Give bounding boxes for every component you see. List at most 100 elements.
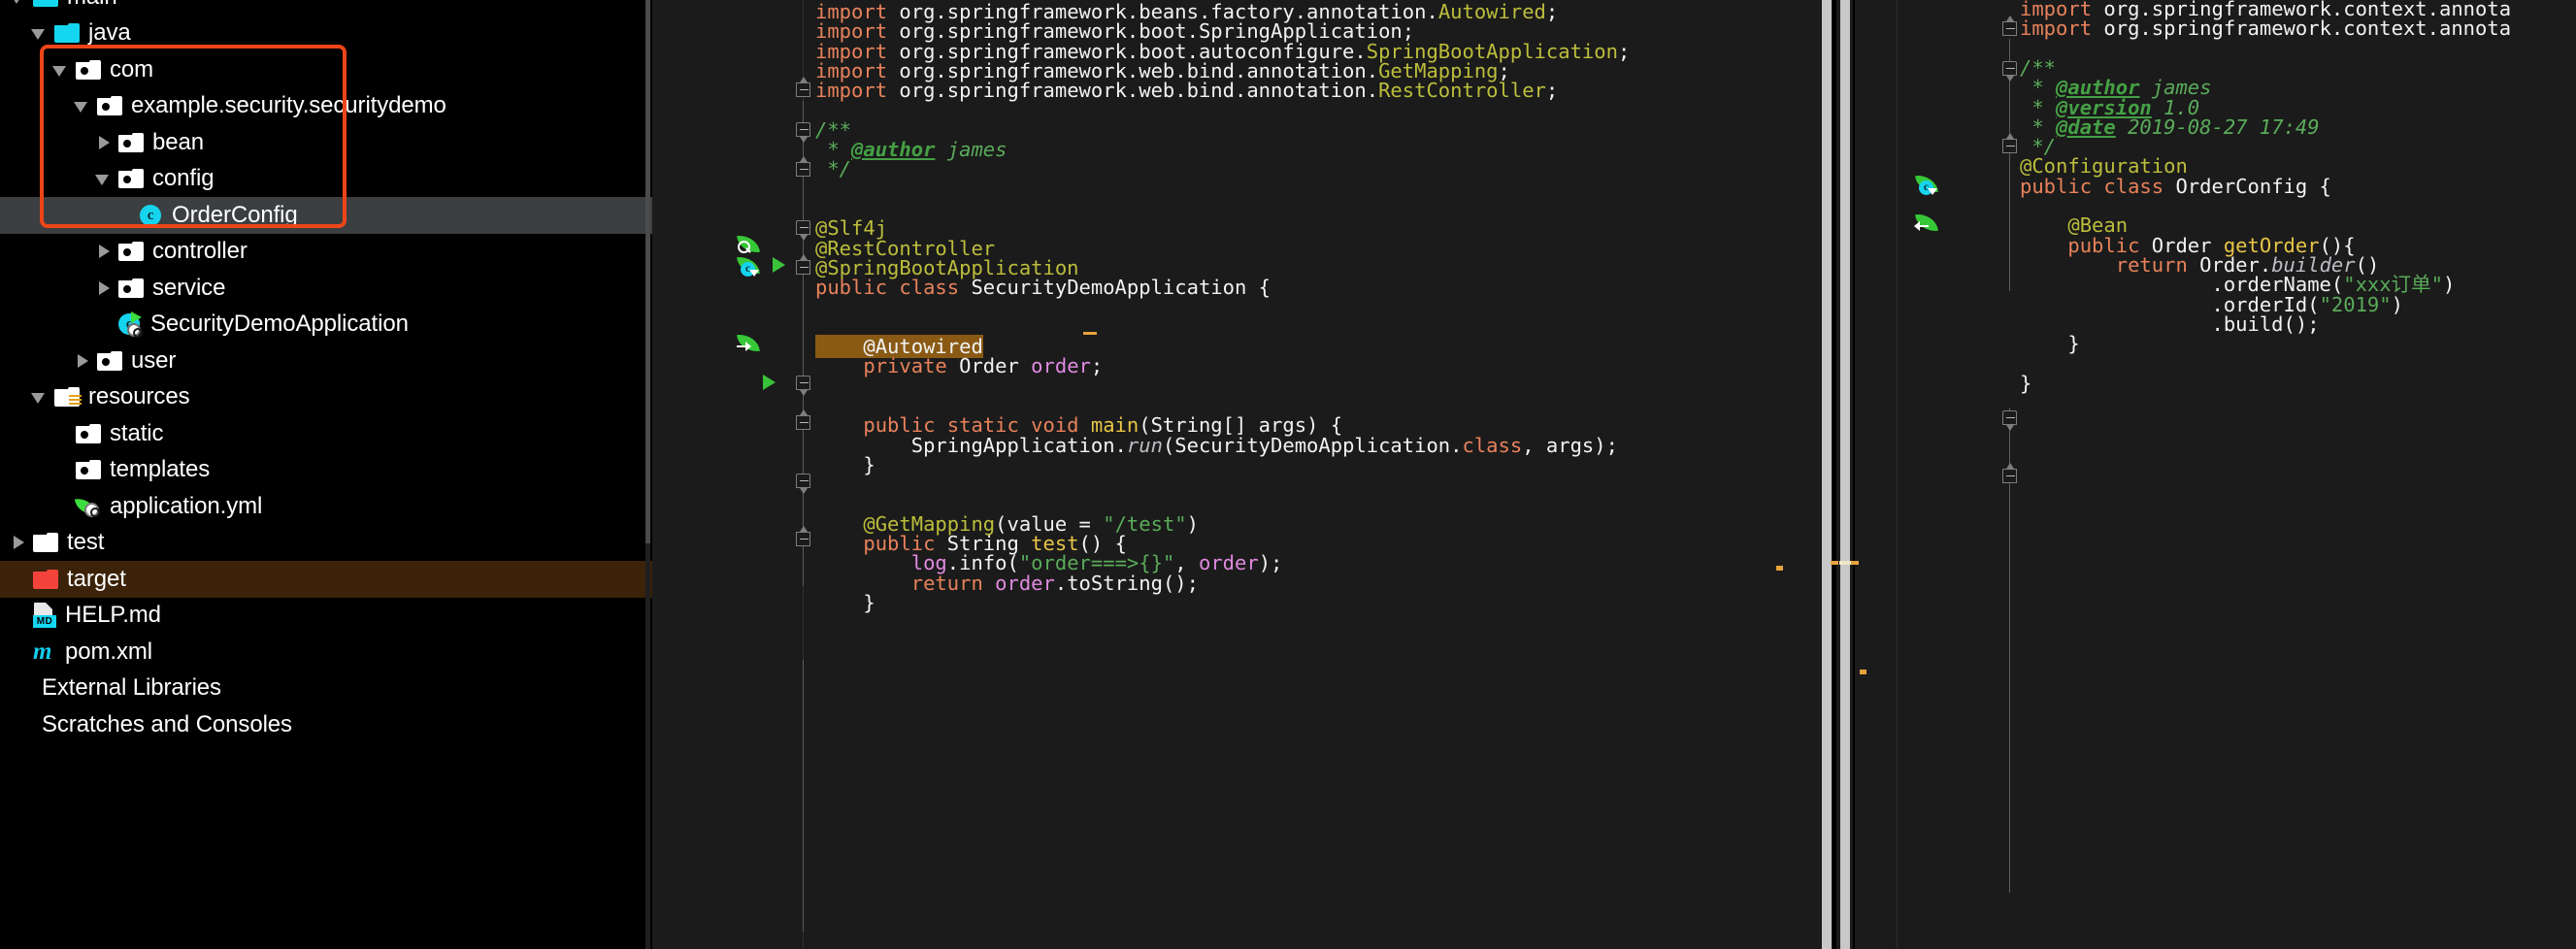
project-tree-scrollbar[interactable] xyxy=(645,0,650,949)
tree-row-label: java xyxy=(88,19,131,47)
tree-row[interactable]: c OrderConfig xyxy=(0,197,652,234)
fold-marker-class-open[interactable] xyxy=(796,220,810,241)
chevron-right-icon[interactable] xyxy=(72,350,93,372)
package-folder-icon xyxy=(118,278,144,298)
tree-row-label: controller xyxy=(152,238,248,265)
tree-row[interactable]: main xyxy=(0,0,652,16)
chevron-down-icon[interactable] xyxy=(29,22,50,44)
scrollbar-marker-warning-left xyxy=(1831,561,1838,565)
tree-row[interactable]: External Libraries xyxy=(0,671,652,707)
fold-marker-main-close[interactable] xyxy=(796,409,810,430)
tree-row[interactable]: Scratches and Consoles xyxy=(0,706,652,743)
tree-row[interactable]: service xyxy=(0,270,652,307)
tree-row-label: target xyxy=(67,565,126,592)
bean-search-gutter-icon[interactable] xyxy=(737,233,761,255)
fold-marker-side-javadoc-open[interactable] xyxy=(2002,61,2017,82)
code-token: { xyxy=(2307,174,2331,198)
gutter-warning-mark-side xyxy=(1860,670,1866,674)
code-line: import org.springframework.web.bind.anno… xyxy=(815,61,1510,82)
tree-row[interactable]: application.yml xyxy=(0,488,652,525)
project-tool-window[interactable]: main java com example.security.securitydemo… xyxy=(0,0,652,949)
code-token: public class xyxy=(2020,174,2176,198)
tree-row[interactable]: m pom.xml xyxy=(0,634,652,671)
code-line: /** xyxy=(815,120,851,141)
editor-gutter-main[interactable] xyxy=(652,0,714,949)
tree-row[interactable]: target xyxy=(0,561,652,598)
chevron-right-icon[interactable] xyxy=(93,241,115,262)
tree-row[interactable]: user xyxy=(0,343,652,379)
tree-row[interactable]: c SecurityDemoApplication xyxy=(0,307,652,344)
tree-row-label: static xyxy=(110,419,164,446)
code-line: import org.springframework.boot.autoconf… xyxy=(815,41,1630,61)
code-token: public class xyxy=(815,276,972,300)
code-token: ; xyxy=(1090,354,1104,378)
tree-row[interactable]: com xyxy=(0,51,652,88)
code-line: @GetMapping(value = "/test") xyxy=(815,511,1199,536)
chevron-down-icon[interactable] xyxy=(29,386,50,408)
fold-marker-javadoc-close[interactable] xyxy=(796,156,810,177)
code-line: @SpringBootApplication xyxy=(815,258,1079,278)
run-class-gutter-icon[interactable] xyxy=(773,257,785,273)
tree-row[interactable]: example.security.securitydemo xyxy=(0,88,652,125)
fold-marker-getorder-close[interactable] xyxy=(2002,463,2017,483)
code-token: ; xyxy=(1545,0,1559,23)
tree-row[interactable]: controller xyxy=(0,234,652,271)
tree-row[interactable]: templates xyxy=(0,452,652,489)
tree-row[interactable]: MD HELP.md xyxy=(0,598,652,635)
chevron-down-icon[interactable] xyxy=(50,59,72,81)
source-folder-icon xyxy=(54,23,80,44)
tree-row[interactable]: config xyxy=(0,161,652,198)
code-token: "2019" xyxy=(2319,292,2392,316)
bean-autowired-gutter-icon[interactable] xyxy=(737,332,761,354)
code-token: import xyxy=(815,79,900,103)
spring-config-class-gutter-icon[interactable] xyxy=(1915,173,1939,195)
tree-row-label: SecurityDemoApplication xyxy=(150,311,409,338)
main-editor-scrollbar[interactable] xyxy=(1821,0,1833,949)
fold-marker-test-close[interactable] xyxy=(796,526,810,546)
fold-marker-getorder-open[interactable] xyxy=(2002,410,2017,431)
spring-bean-class-gutter-icon[interactable] xyxy=(737,254,761,277)
tree-row-label: application.yml xyxy=(110,492,263,519)
chevron-down-icon[interactable] xyxy=(8,0,29,8)
editor-orderconfig[interactable]: import org.springframework.context.annot… xyxy=(1833,0,2576,949)
editor-securitydemoapplication[interactable]: import org.springframework.beans.factory… xyxy=(652,0,1833,949)
code-token: ) xyxy=(1186,511,1199,536)
tree-row[interactable]: static xyxy=(0,415,652,452)
code-line: @Configuration xyxy=(2020,156,2188,177)
chevron-down-icon[interactable] xyxy=(93,168,115,189)
code-token: Autowired xyxy=(1437,0,1546,23)
tree-row[interactable]: java xyxy=(0,16,652,52)
ide-window: main java com example.security.securitydemo… xyxy=(0,0,2576,949)
code-token: james xyxy=(935,138,1007,162)
bean-provider-gutter-icon[interactable] xyxy=(1914,212,1939,234)
fold-marker-imports[interactable] xyxy=(796,77,810,97)
fold-marker-javadoc-open[interactable] xyxy=(796,122,810,143)
tree-row-label: HELP.md xyxy=(65,602,161,629)
fold-marker-side-imports[interactable] xyxy=(2002,16,2017,36)
tree-row[interactable]: bean xyxy=(0,124,652,161)
scrollbar-marker-current xyxy=(1839,561,1851,565)
editor-pane-divider[interactable] xyxy=(1853,0,1855,949)
code-token: } xyxy=(2020,371,2032,395)
fold-marker-main-open[interactable] xyxy=(796,376,810,396)
chevron-right-icon[interactable] xyxy=(8,532,29,553)
resources-folder-icon xyxy=(54,387,82,408)
fold-marker-annotation-close[interactable] xyxy=(796,254,810,275)
side-pane-left-scrollbar[interactable] xyxy=(1839,0,1851,949)
chevron-right-icon[interactable] xyxy=(93,132,115,153)
code-line: public class OrderConfig { xyxy=(2020,174,2331,198)
chevron-down-icon[interactable] xyxy=(72,95,93,116)
run-main-gutter-icon[interactable] xyxy=(763,375,776,390)
chevron-right-icon[interactable] xyxy=(93,278,115,299)
tree-row[interactable]: resources xyxy=(0,379,652,416)
tree-row[interactable]: test xyxy=(0,525,652,562)
code-token: order xyxy=(1031,354,1091,378)
fold-marker-side-javadoc-close[interactable] xyxy=(2002,133,2017,153)
fold-marker-test-open[interactable] xyxy=(796,474,810,494)
